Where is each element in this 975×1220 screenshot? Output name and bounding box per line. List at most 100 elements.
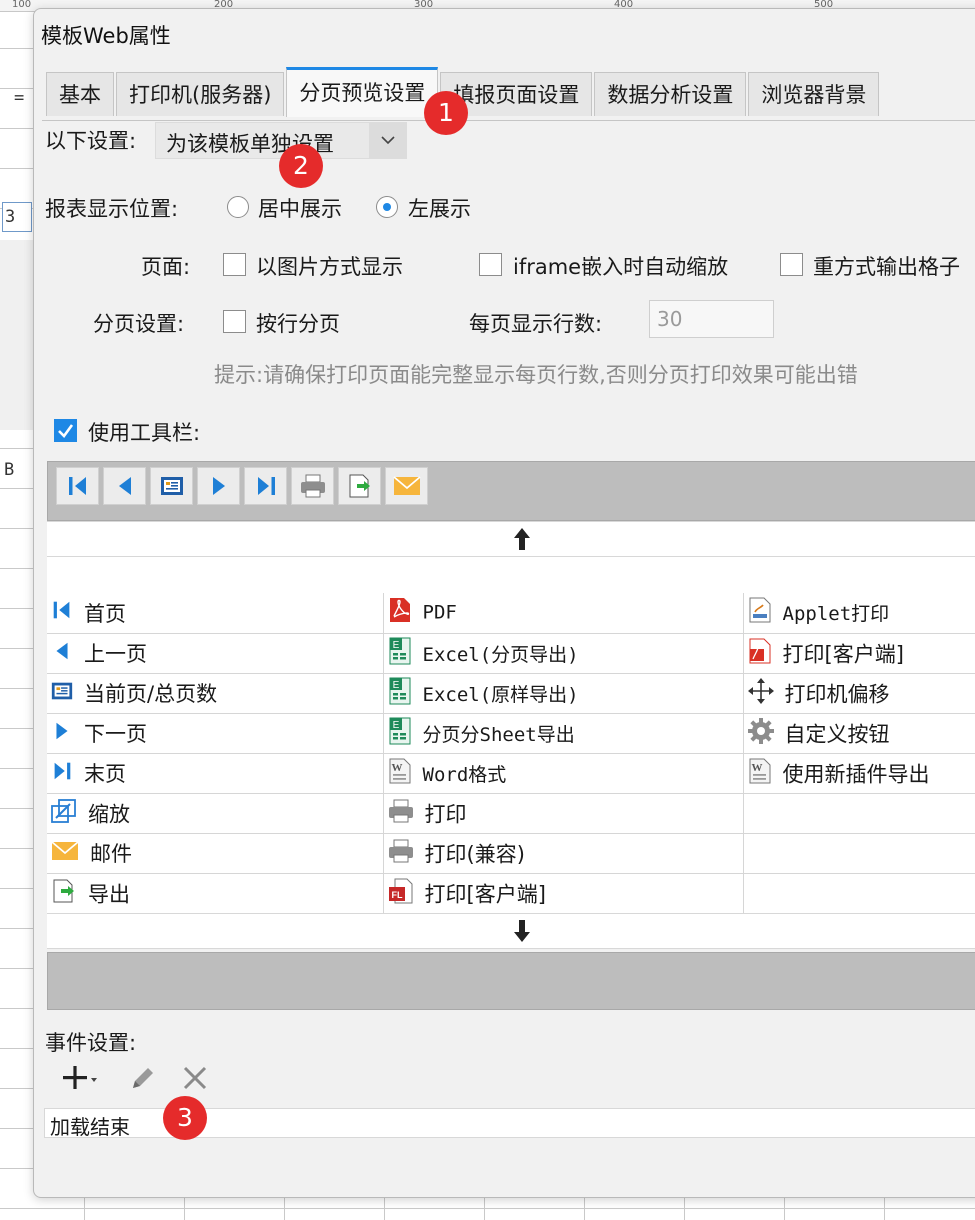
event-settings-label: 事件设置: [45,1031,137,1055]
radio-center[interactable] [227,196,249,218]
toolbar-option-cell[interactable]: 邮件 [47,833,384,874]
move-down-bar[interactable] [47,913,975,949]
toolbar-option-cell[interactable]: 上一页 [47,633,384,674]
word-icon: W [387,757,413,790]
toolbar-option-label: PDF [422,601,457,624]
toolbar-option-label: 首页 [84,601,126,626]
use-toolbar-label: 使用工具栏: [88,421,201,445]
toolbar-option-cell[interactable]: E Excel(分页导出) [383,633,744,674]
checkbox-grid-output-label: 重方式输出格子 [813,255,960,279]
toolbar-option-cell[interactable]: 打印机偏移 [743,673,975,714]
toolbar-option-label: 下一页 [84,722,147,746]
toolbar-option-label: 末页 [84,762,126,786]
checkbox-page-by-row[interactable] [223,310,246,333]
checkbox-use-toolbar[interactable] [54,419,77,442]
print-icon [387,838,415,869]
toolbar-option-cell[interactable]: PDF [383,593,744,634]
add-event-button[interactable] [60,1063,100,1097]
hint-text: 提示:请确保打印页面能完整显示每页行数,否则分页打印效果可能出错 [214,363,858,387]
next-page-icon [50,719,74,748]
tab-basic[interactable]: 基本 [46,72,114,116]
toolbar-option-label: 导出 [88,882,130,906]
tab-printer-server[interactable]: 打印机(服务器) [116,72,285,116]
checkbox-image-mode[interactable] [223,253,246,276]
applet-print-icon [747,596,773,629]
scope-select[interactable]: 为该模板单独设置 [155,122,407,159]
last-page-icon [50,759,74,788]
client-print-icon: FL [387,877,415,910]
toolbar-option-cell[interactable]: 首页 [47,593,384,634]
toolbar-option-cell[interactable]: 自定义按钮 [743,713,975,754]
first-page-icon [50,598,74,627]
export-icon[interactable] [338,467,381,505]
page-count-icon[interactable] [150,467,193,505]
page-label: 页面: [141,255,191,279]
toolbar-option-label: Word格式 [422,763,507,786]
rows-per-page-label: 每页显示行数: [469,312,603,336]
move-icon [747,677,775,710]
tab-paging-preview[interactable]: 分页预览设置 [286,67,439,117]
toolbar-preview-bottom [47,952,975,1010]
arrow-down-icon [514,920,530,942]
toolbar-option-label: 打印机偏移 [784,682,890,706]
delete-event-button[interactable] [180,1063,212,1095]
event-item[interactable]: 加载结束 [50,1111,130,1140]
toolbar-option-label: 缩放 [88,802,130,826]
first-page-icon[interactable] [56,467,99,505]
toolbar-option-cell[interactable]: FL 打印[客户端] [383,873,744,914]
table-row: 缩放 打印 [47,793,975,834]
table-row: 导出 FL 打印[客户端] [47,873,975,914]
pdf-icon [387,596,413,629]
tab-data-analysis[interactable]: 数据分析设置 [594,72,747,116]
next-page-icon[interactable] [197,467,240,505]
toolbar-option-cell[interactable]: 打印(兼容) [383,833,744,874]
tab-browser-background[interactable]: 浏览器背景 [748,72,880,116]
toolbar-option-cell[interactable]: 打印 [383,793,744,834]
excel-icon: E [387,676,413,711]
checkbox-grid-output[interactable] [780,253,803,276]
ruler-label: 100 [12,0,32,10]
word-icon: W [747,757,773,790]
toolbar-option-cell[interactable]: W Word格式 [383,753,744,794]
toolbar-option-cell[interactable]: 导出 [47,873,384,914]
close-icon [183,1066,207,1090]
mail-icon[interactable] [385,467,428,505]
web-properties-dialog: 模板Web属性 基本 打印机(服务器) 分页预览设置 填报页面设置 数据分析设置… [33,8,975,1198]
radio-left[interactable] [376,196,398,218]
table-row: 末页 W Word格式 W 使用新插件导出 [47,753,975,794]
toolbar-option-cell[interactable]: 打印[客户端] [743,633,975,674]
last-page-icon[interactable] [244,467,287,505]
toolbar-option-cell[interactable]: 当前页/总页数 [47,673,384,714]
scope-label: 以下设置: [45,129,137,153]
toolbar-option-cell[interactable]: E 分页分Sheet导出 [383,713,744,754]
page-count-icon [50,679,74,708]
toolbar-option-label: 邮件 [90,842,132,866]
sheet-cell-selected[interactable]: 3 [2,202,32,232]
sheet-cell[interactable]: = [14,88,24,108]
toolbar-option-cell [743,833,975,874]
toolbar-option-cell[interactable]: 缩放 [47,793,384,834]
callout-badge-3: 3 [163,1096,207,1140]
toolbar-options-panel: 首页 PDF Applet打印 上一页 E Excel(分页导出) 打印[客户端] 当前页/总… [47,521,975,914]
svg-text:W: W [391,762,402,774]
rows-per-page-input[interactable]: 30 [649,300,774,338]
edit-event-button[interactable] [128,1063,160,1095]
print-icon[interactable] [291,467,334,505]
move-up-bar[interactable] [47,521,975,557]
tab-divider [42,120,975,121]
toolbar-option-label: 使用新插件导出 [782,762,930,786]
toolbar-option-label: 自定义按钮 [784,722,890,746]
toolbar-option-cell[interactable]: Applet打印 [743,593,975,634]
svg-text:W: W [751,762,762,774]
prev-page-icon[interactable] [103,467,146,505]
toolbar-option-label: 当前页/总页数 [84,682,218,706]
toolbar-option-cell[interactable]: E Excel(原样导出) [383,673,744,714]
toolbar-option-label: Applet打印 [782,603,890,626]
plus-icon [63,1066,97,1089]
svg-text:E: E [392,720,399,731]
toolbar-option-cell[interactable]: 末页 [47,753,384,794]
table-row: 当前页/总页数 E Excel(原样导出) 打印机偏移 [47,673,975,714]
toolbar-option-cell[interactable]: W 使用新插件导出 [743,753,975,794]
checkbox-iframe-zoom[interactable] [479,253,502,276]
toolbar-option-cell[interactable]: 下一页 [47,713,384,754]
